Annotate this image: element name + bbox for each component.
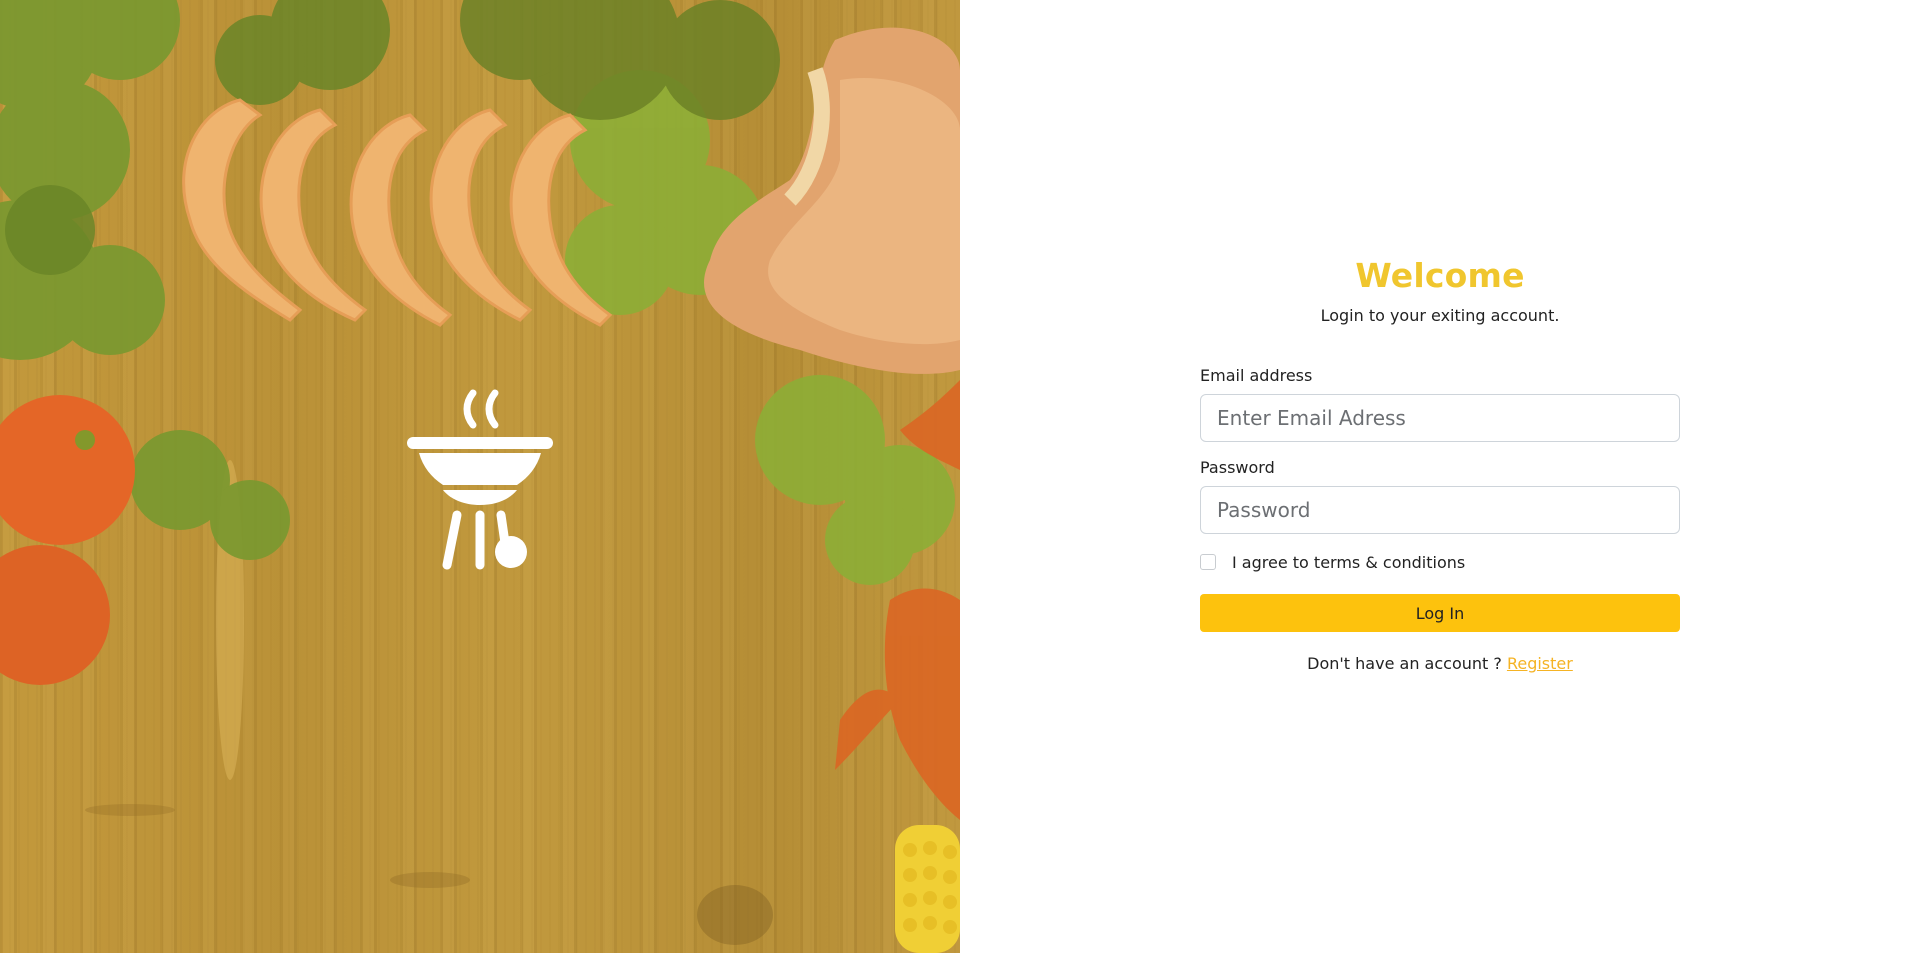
password-label: Password — [1200, 458, 1275, 477]
register-link[interactable]: Register — [1507, 654, 1573, 673]
terms-label[interactable]: I agree to terms & conditions — [1232, 553, 1465, 572]
email-input[interactable] — [1200, 394, 1680, 442]
welcome-heading: Welcome — [1355, 256, 1525, 295]
terms-row: I agree to terms & conditions — [1200, 552, 1680, 572]
barbecue-grill-icon — [407, 389, 553, 570]
register-prompt-row: Don't have an account ? Register — [1200, 654, 1680, 673]
register-prompt-text: Don't have an account ? — [1307, 654, 1502, 673]
terms-checkbox[interactable] — [1200, 554, 1216, 570]
login-form: Welcome Login to your exiting account. E… — [1200, 252, 1680, 673]
login-subtitle: Login to your exiting account. — [1320, 306, 1560, 325]
password-input[interactable] — [1200, 486, 1680, 534]
login-button[interactable]: Log In — [1200, 594, 1680, 632]
hero-panel — [0, 0, 960, 953]
email-label: Email address — [1200, 366, 1313, 385]
